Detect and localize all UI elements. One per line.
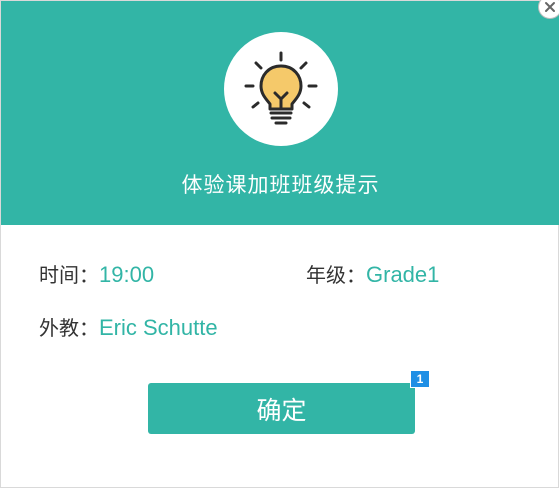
- dialog-title: 体验课加班班级提示: [181, 173, 380, 197]
- dialog-header: 体验课加班班级提示: [1, 1, 559, 225]
- grade-row: 年级：Grade1: [306, 259, 439, 288]
- time-label: 时间：: [39, 263, 99, 287]
- time-row: 时间：19:00: [39, 259, 154, 288]
- grade-label: 年级：: [306, 263, 366, 287]
- time-value: 19:00: [99, 262, 155, 287]
- hint-badge: 1: [410, 370, 430, 388]
- teacher-row: 外教：Eric Schutte: [39, 312, 218, 341]
- teacher-label: 外教：: [39, 316, 99, 340]
- grade-value: Grade1: [366, 262, 440, 287]
- lightbulb-icon-circle: [224, 32, 338, 146]
- class-notice-dialog: 体验课加班班级提示 时间：19:00 年级：Grade1 外教：Eric Sch…: [0, 0, 559, 488]
- confirm-button[interactable]: 确定: [148, 383, 415, 434]
- close-icon: [545, 2, 555, 12]
- teacher-value: Eric Schutte: [99, 315, 218, 340]
- lightbulb-icon: [244, 51, 318, 125]
